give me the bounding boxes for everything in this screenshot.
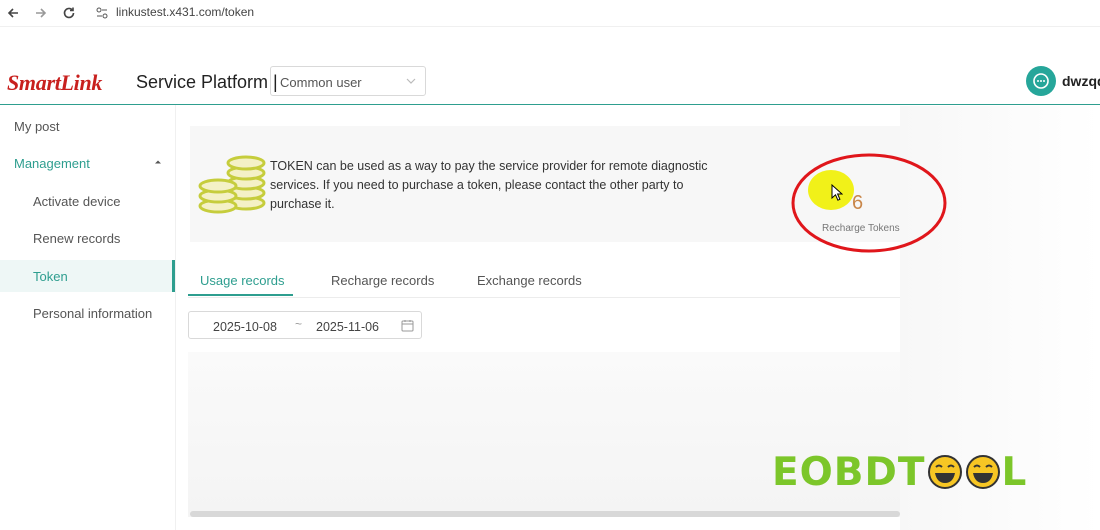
- chevron-down-icon: [406, 78, 416, 84]
- role-select[interactable]: Common user: [270, 66, 426, 96]
- sidebar-item-label: Renew records: [33, 231, 121, 246]
- eobdtool-watermark: EOBDT L: [772, 449, 1028, 495]
- browser-bar: linkustest.x431.com/token: [0, 0, 1100, 27]
- date-range-picker[interactable]: 2025-10-08 ~ 2025-11-06: [188, 311, 422, 339]
- username[interactable]: dwzqq: [1062, 73, 1100, 89]
- horizontal-scrollbar[interactable]: [190, 511, 900, 517]
- annotation-circle: [791, 153, 947, 253]
- sidebar-item-label: Activate device: [33, 194, 121, 209]
- end-date[interactable]: 2025-11-06: [316, 320, 379, 334]
- coin-stack-icon: [198, 155, 266, 214]
- tab-recharge-records[interactable]: Recharge records: [331, 273, 434, 288]
- address-bar[interactable]: linkustest.x431.com/token: [116, 5, 254, 19]
- sidebar-item-my-post[interactable]: My post: [0, 110, 175, 142]
- calendar-icon: [401, 320, 414, 332]
- sidebar-item-label: Management: [14, 156, 90, 171]
- reload-icon[interactable]: [60, 4, 78, 22]
- avatar[interactable]: [1026, 66, 1056, 96]
- sidebar-item-activate-device[interactable]: Activate device: [0, 185, 175, 217]
- sidebar-item-label: My post: [14, 119, 60, 134]
- arrow-right-icon[interactable]: [32, 4, 50, 22]
- tab-exchange-records[interactable]: Exchange records: [477, 273, 582, 288]
- active-tab-indicator: [188, 294, 293, 296]
- sidebar: My post Management Activate device Renew…: [0, 105, 176, 530]
- app-header: SmartLink Service Platform | Common user…: [0, 58, 1100, 105]
- sidebar-item-label: Personal information: [33, 306, 153, 321]
- tab-usage-records[interactable]: Usage records: [200, 273, 285, 288]
- chat-bubble-icon: [1033, 73, 1049, 89]
- page-title: Service Platform |: [136, 72, 278, 92]
- sidebar-group-management[interactable]: Management: [0, 147, 175, 179]
- date-separator: ~: [295, 317, 303, 331]
- sidebar-item-token[interactable]: Token: [0, 260, 175, 292]
- site-settings-icon[interactable]: [96, 6, 108, 24]
- sidebar-item-renew-records[interactable]: Renew records: [0, 222, 175, 254]
- sidebar-item-personal-information[interactable]: Personal information: [0, 297, 175, 329]
- mouse-cursor-icon: [831, 184, 843, 201]
- token-description: TOKEN can be used as a way to pay the se…: [270, 159, 708, 211]
- laughing-emoji-icon: [965, 455, 1000, 489]
- watermark-text-left: EOBDT: [772, 449, 926, 495]
- caret-up-icon: [155, 160, 161, 164]
- watermark-text-right: L: [1001, 449, 1028, 495]
- sidebar-item-label: Token: [33, 269, 68, 284]
- laughing-emoji-icon: [927, 455, 962, 489]
- smartlink-logo[interactable]: SmartLink: [7, 70, 102, 96]
- arrow-left-icon[interactable]: [4, 4, 22, 22]
- role-select-value: Common user: [280, 75, 362, 90]
- records-tabs: Usage records Recharge records Exchange …: [188, 264, 900, 298]
- start-date[interactable]: 2025-10-08: [213, 320, 277, 334]
